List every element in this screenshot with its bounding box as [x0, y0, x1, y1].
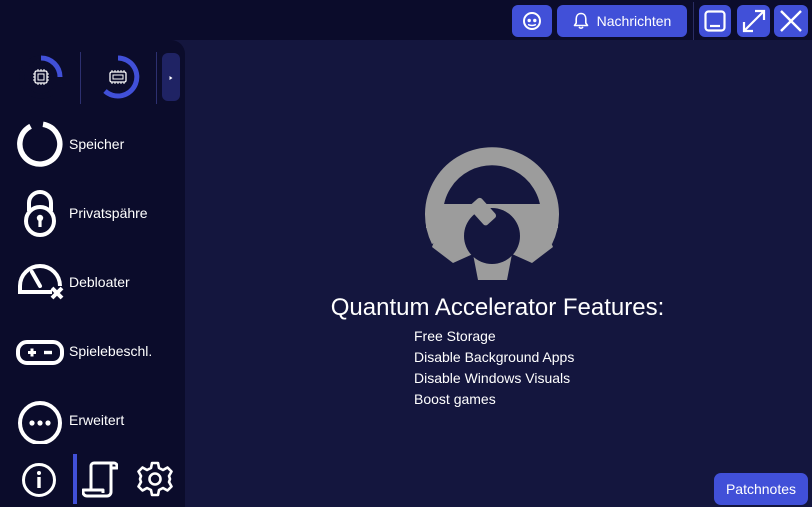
feature-item: Boost games — [414, 391, 496, 407]
gpu-usage-gauge — [93, 52, 143, 107]
settings-icon[interactable] — [137, 461, 173, 502]
sidebar-item-speicher[interactable]: Speicher — [0, 114, 185, 170]
close-button[interactable] — [774, 5, 808, 37]
sidebar-item-label: Privatspähre — [69, 205, 148, 221]
sidebar-item-label: Speicher — [69, 136, 125, 152]
gauge-divider — [80, 52, 81, 104]
features-list: Free Storage Disable Background Apps Dis… — [414, 326, 574, 410]
patchnotes-button[interactable]: Patchnotes — [714, 473, 808, 505]
sidebar-item-spielebeschl[interactable]: Spielebeschl. — [0, 321, 185, 377]
notifications-label: Nachrichten — [596, 13, 672, 29]
cpu-icon — [33, 69, 49, 85]
active-indicator — [73, 454, 77, 504]
sidebar-item-privatsphaere[interactable]: Privatspähre — [0, 183, 185, 239]
discord-icon — [522, 11, 542, 31]
gpu-icon — [109, 70, 127, 84]
sidebar-item-label: Spielebeschl. — [69, 343, 153, 359]
quantum-accelerator-logo — [425, 140, 559, 280]
gauge-divider — [156, 52, 157, 104]
lock-icon — [16, 189, 64, 237]
sidebar-item-label: Erweitert — [69, 412, 125, 428]
maximize-icon — [741, 8, 767, 34]
chevron-right-icon — [168, 68, 174, 86]
sidebar-item-label: Debloater — [69, 274, 130, 290]
cpu-usage-gauge — [16, 52, 66, 107]
close-icon — [778, 8, 804, 34]
storage-ring-icon — [16, 120, 64, 168]
divider — [693, 2, 694, 40]
sidebar-item-erweitert[interactable]: Erweitert — [0, 390, 185, 446]
feature-item: Free Storage — [414, 328, 496, 344]
feature-item: Disable Background Apps — [414, 349, 575, 365]
more-icon — [16, 396, 64, 445]
notifications-button[interactable]: Nachrichten — [557, 5, 687, 37]
info-icon[interactable] — [21, 462, 57, 503]
minimize-button[interactable] — [699, 5, 731, 37]
scroll-icon[interactable] — [81, 460, 119, 503]
maximize-button[interactable] — [737, 5, 770, 37]
discord-button[interactable] — [512, 5, 552, 37]
bell-icon — [573, 12, 589, 30]
title-bar: Nachrichten — [0, 0, 812, 40]
collapse-sidebar-button[interactable] — [162, 53, 180, 101]
sidebar: Speicher Privatspähre Debloater Spielebe… — [0, 40, 185, 507]
minimize-icon — [703, 9, 727, 33]
features-title: Quantum Accelerator Features: — [330, 294, 665, 321]
gamepad-icon — [16, 327, 64, 375]
feature-item: Disable Windows Visuals — [414, 370, 571, 386]
